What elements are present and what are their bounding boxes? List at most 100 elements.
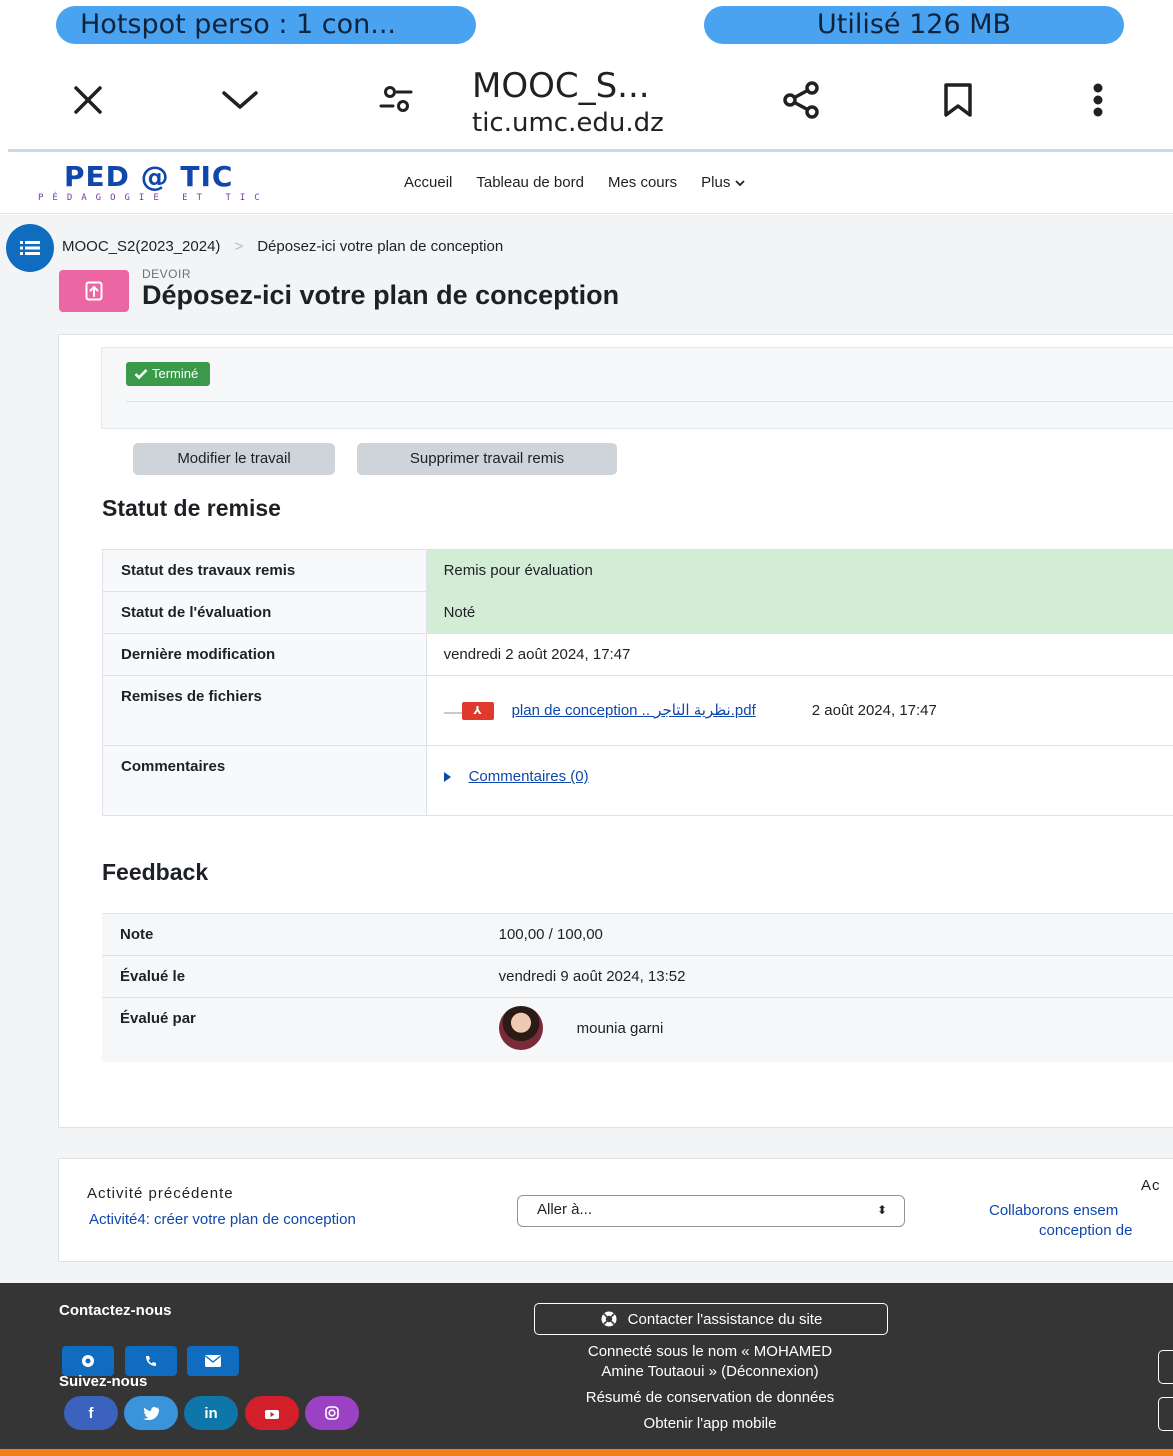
facebook-icon[interactable]: f: [64, 1396, 118, 1430]
avatar[interactable]: [498, 1006, 543, 1050]
row-value: ⅄ plan de conception .. نظرية التاجر.pdf…: [425, 675, 1173, 746]
nav-item-accueil[interactable]: Accueil: [404, 174, 452, 191]
close-icon[interactable]: [58, 70, 118, 130]
activity-navigation: Activité précédente Activité4: créer vot…: [58, 1158, 1173, 1262]
email-icon[interactable]: [187, 1346, 239, 1376]
row-label: Statut des travaux remis: [102, 549, 427, 592]
select-arrows-icon: ⬍: [876, 1203, 887, 1217]
site-logo[interactable]: PED @ TIC PÉDAGOGIE ET TIC: [38, 162, 269, 204]
nav-more-label: Plus: [701, 174, 731, 191]
grade-value: 100,00 / 100,00: [498, 913, 1173, 956]
lifebuoy-icon: [601, 1311, 617, 1327]
table-row: Note 100,00 / 100,00: [102, 913, 1173, 956]
file-link[interactable]: plan de conception .. نظرية التاجر.pdf: [512, 701, 756, 719]
breadcrumb-separator: >: [234, 238, 244, 255]
browser-toolbar: MOOC_S... tic.umc.edu.dz: [0, 56, 1173, 148]
tab-title: MOOC_S...: [472, 66, 650, 106]
previous-activity-link[interactable]: Activité4: créer votre plan de conceptio…: [89, 1211, 356, 1228]
site-navbar: PED @ TIC PÉDAGOGIE ET TIC Accueil Table…: [0, 152, 1173, 214]
device-status-bar: Hotspot perso : 1 con... Utilisé 126 MB: [0, 0, 1173, 56]
activity-type-label: DEVOIR: [142, 267, 192, 281]
graded-date: vendredi 9 août 2024, 13:52: [498, 955, 1173, 998]
list-icon: [20, 241, 40, 255]
row-value: Commentaires (0): [425, 745, 1173, 816]
next-activity-label: Ac: [1141, 1177, 1161, 1194]
data-usage-indicator: Utilisé 126 MB: [704, 6, 1124, 44]
table-row: Statut des travaux remis Remis pour éval…: [102, 549, 1173, 592]
submission-status-table: Statut des travaux remis Remis pour éval…: [102, 549, 1173, 816]
table-row: Commentaires Commentaires (0): [102, 745, 1173, 816]
completion-info: Terminé: [101, 347, 1173, 429]
nav-item-plus[interactable]: Plus: [701, 174, 745, 191]
edit-submission-button[interactable]: Modifier le travail: [133, 443, 335, 475]
divider: [126, 401, 1173, 402]
linkedin-icon[interactable]: in: [184, 1396, 238, 1430]
course-index-toggle[interactable]: [6, 224, 54, 272]
logo-subtitle: PÉDAGOGIE ET TIC: [38, 193, 269, 203]
table-row: Évalué le vendredi 9 août 2024, 13:52: [102, 955, 1173, 998]
row-label: Dernière modification: [102, 633, 427, 676]
check-icon: [134, 369, 148, 380]
footer-accent-strip: [0, 1449, 1173, 1456]
comments-link[interactable]: Commentaires (0): [469, 768, 589, 785]
row-label: Remises de fichiers: [102, 675, 427, 746]
share-icon[interactable]: [772, 70, 832, 130]
chevron-down-icon: [734, 180, 745, 187]
url-domain: tic.umc.edu.dz: [472, 108, 664, 138]
logout-link[interactable]: Amine Toutaoui » (Déconnexion): [500, 1362, 920, 1382]
next-activity-link[interactable]: Collaborons ensem conception de: [989, 1201, 1132, 1241]
next-activity-link-line1: Collaborons ensem: [989, 1202, 1119, 1219]
website-icon[interactable]: [62, 1346, 114, 1376]
comments-toggle[interactable]: Commentaires (0): [443, 758, 1156, 785]
data-retention-link[interactable]: Résumé de conservation de données: [500, 1388, 920, 1408]
breadcrumb-course-link[interactable]: MOOC_S2(2023_2024): [62, 238, 220, 255]
pdf-file-icon: ⅄: [443, 700, 500, 720]
jump-to-select[interactable]: Aller à... ⬍: [517, 1195, 905, 1227]
instagram-icon[interactable]: [305, 1396, 359, 1430]
grader-name[interactable]: mounia garni: [577, 1020, 664, 1037]
table-row: Dernière modification vendredi 2 août 20…: [102, 633, 1173, 676]
submission-status-heading: Statut de remise: [102, 495, 281, 521]
file-date: 2 août 2024, 17:47: [811, 701, 937, 719]
contact-support-button[interactable]: Contacter l'assistance du site: [534, 1303, 888, 1335]
primary-navigation: Accueil Tableau de bord Mes cours Plus: [404, 174, 745, 191]
hotspot-indicator: Hotspot perso : 1 con...: [56, 6, 476, 44]
grader-cell: mounia garni: [498, 997, 1173, 1062]
row-label: Évalué le: [102, 955, 499, 998]
chevron-down-icon[interactable]: [210, 70, 270, 130]
site-settings-icon[interactable]: [366, 70, 426, 130]
feedback-table: Note 100,00 / 100,00 Évalué le vendredi …: [102, 913, 1173, 1062]
more-vert-icon[interactable]: [1068, 70, 1128, 130]
breadcrumb-current[interactable]: Déposez-ici votre plan de conception: [257, 238, 503, 255]
table-row: Statut de l'évaluation Noté: [102, 591, 1173, 634]
page-title: Déposez-ici votre plan de conception: [142, 280, 620, 310]
browser-page-title[interactable]: MOOC_S... tic.umc.edu.dz: [472, 66, 664, 140]
nav-item-mes-cours[interactable]: Mes cours: [608, 174, 677, 191]
logged-in-info-line1: Connecté sous le nom « MOHAMED: [587, 1343, 833, 1360]
row-label: Note: [102, 913, 499, 956]
contact-support-label: Contacter l'assistance du site: [627, 1310, 823, 1328]
mobile-app-link[interactable]: Obtenir l'app mobile: [500, 1414, 920, 1434]
footer-button-partial[interactable]: [1158, 1350, 1173, 1384]
feedback-heading: Feedback: [102, 859, 209, 885]
bookmark-icon[interactable]: [928, 70, 988, 130]
breadcrumb: MOOC_S2(2023_2024) > Déposez-ici votre p…: [62, 238, 503, 255]
footer-button-partial[interactable]: [1158, 1397, 1173, 1431]
row-label: Statut de l'évaluation: [102, 591, 427, 634]
table-row: Remises de fichiers ⅄ plan de conception…: [102, 675, 1173, 746]
contact-heading: Contactez-nous: [59, 1302, 172, 1319]
jump-to-selected: Aller à...: [537, 1201, 593, 1218]
nav-item-tableau-de-bord[interactable]: Tableau de bord: [476, 174, 584, 191]
row-value: vendredi 2 août 2024, 17:47: [425, 633, 1173, 676]
row-value: Remis pour évaluation: [425, 549, 1173, 592]
row-label: Évalué par: [102, 997, 499, 1062]
youtube-icon[interactable]: [245, 1396, 299, 1430]
grader: mounia garni: [498, 1006, 1173, 1050]
table-row: Évalué par mounia garni: [102, 997, 1173, 1062]
twitter-icon[interactable]: [124, 1396, 178, 1430]
follow-heading: Suivez-nous: [59, 1373, 148, 1390]
phone-icon[interactable]: [125, 1346, 177, 1376]
completion-badge-label: Terminé: [152, 366, 199, 381]
remove-submission-button[interactable]: Supprimer travail remis: [357, 443, 617, 475]
assignment-card: Terminé Modifier le travail Supprimer tr…: [58, 334, 1173, 1128]
